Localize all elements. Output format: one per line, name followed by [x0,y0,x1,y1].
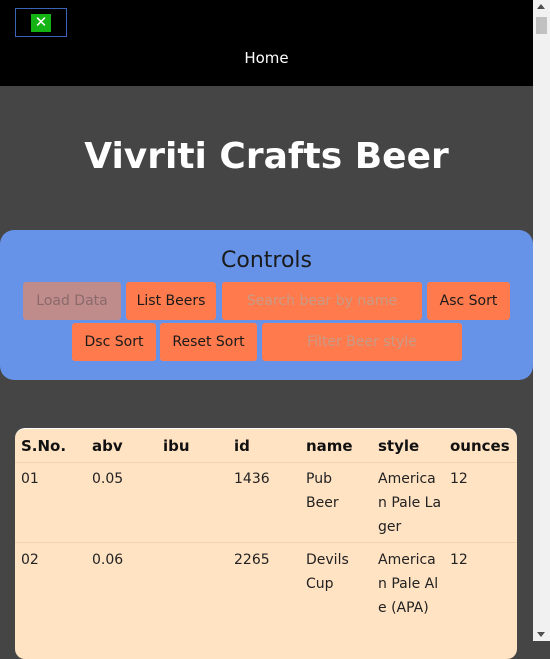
column-header-abv[interactable]: abv [92,437,123,455]
table-cell-sno: 01 [21,471,39,487]
controls-title: Controls [221,248,312,273]
table-cell-id: 1436 [234,471,270,487]
list-beers-button[interactable]: List Beers [126,282,216,320]
dsc-sort-button[interactable]: Dsc Sort [72,323,156,361]
beer-table: S.No. abv ibu id name style ounces 01 0.… [15,428,517,659]
navbar: ✕ Home [0,0,533,86]
vertical-scrollbar[interactable] [533,0,550,641]
asc-sort-button[interactable]: Asc Sort [427,282,510,320]
table-cell-name: Devils Cup [306,552,349,592]
table-cell-style: American Pale Lager [378,471,442,535]
scroll-up-arrow-icon[interactable] [537,4,545,9]
table-cell-name: Pub Beer [306,471,339,511]
close-icon: ✕ [31,13,51,32]
row-divider [15,542,517,543]
table-cell-ounces: 12 [450,471,468,487]
page-title: Vivriti Crafts Beer [84,136,449,177]
table-cell-ounces: 12 [450,552,468,568]
column-header-name[interactable]: name [306,437,353,455]
column-header-sno[interactable]: S.No. [21,437,66,455]
table-cell-sno: 02 [21,552,39,568]
scrollbar-thumb[interactable] [536,17,547,34]
column-header-style[interactable]: style [378,437,419,455]
column-header-ibu[interactable]: ibu [163,437,190,455]
filter-style-input[interactable]: Filter Beer style [262,323,462,361]
scroll-down-arrow-icon[interactable] [537,632,545,637]
navbar-toggle-button[interactable]: ✕ [15,8,67,37]
table-cell-style: American Pale Ale (APA) [378,552,439,616]
search-input[interactable]: Search bear by name [222,282,422,320]
row-divider [15,462,517,463]
nav-link-home[interactable]: Home [0,49,533,67]
reset-sort-button[interactable]: Reset Sort [160,323,257,361]
column-header-id[interactable]: id [234,437,250,455]
table-cell-abv: 0.06 [92,552,124,568]
column-header-ounces[interactable]: ounces [450,437,510,455]
table-cell-abv: 0.05 [92,471,124,487]
controls-panel: Controls Load Data List Beers Search bea… [0,230,533,380]
table-cell-id: 2265 [234,552,270,568]
load-data-button[interactable]: Load Data [23,282,121,320]
